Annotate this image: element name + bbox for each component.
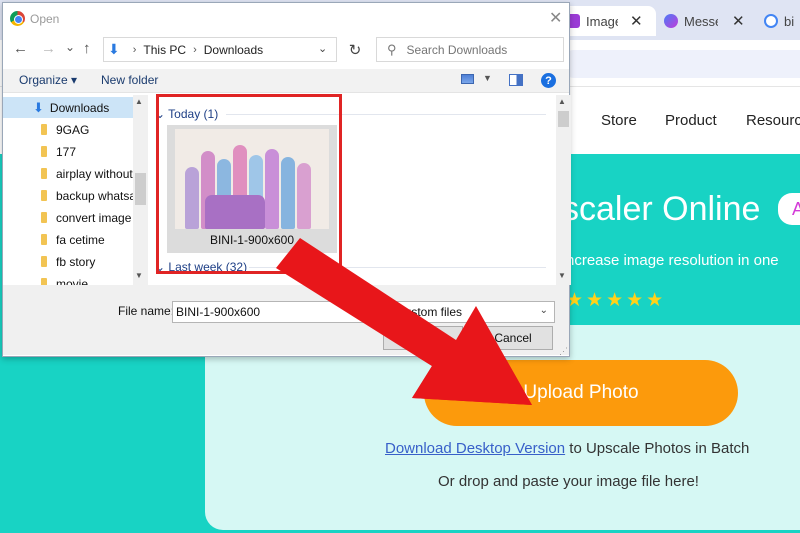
scroll-up-icon[interactable]: ▲ [135, 97, 143, 106]
change-view-icon[interactable] [461, 74, 474, 84]
file-name-input[interactable] [172, 301, 382, 323]
forward-button[interactable]: → [41, 40, 56, 57]
folder-icon [41, 124, 47, 135]
tree-item-label: 9GAG [56, 122, 90, 137]
folder-icon [41, 256, 47, 267]
folder-icon [41, 278, 47, 285]
tree-item-label: movie [56, 276, 89, 286]
tree-item-folder[interactable]: movie [3, 273, 133, 285]
download-arrow-icon: ⬇ [33, 99, 44, 115]
screen: Image ✕ Messe ✕ bi Store Product Resourc… [0, 0, 800, 533]
resize-grip-icon[interactable]: ⋰ [559, 346, 568, 357]
navigation-pane: ⬇ Downloads 9GAG 177 airplay without bac… [3, 95, 148, 285]
download-arrow-icon: ⬇ [108, 41, 120, 57]
tree-item-label: fb story [56, 254, 96, 269]
open-button[interactable]: Open [383, 326, 463, 350]
search-icon: ⚲ [387, 41, 397, 57]
breadcrumb-separator-icon: › [132, 43, 137, 56]
view-options-icon[interactable]: ▼ [483, 73, 492, 83]
dialog-close-button[interactable]: ✕ [549, 8, 562, 28]
breadcrumb-separator-icon: › [193, 43, 197, 56]
file-list-scrollbar[interactable]: ▲ ▼ [556, 95, 571, 285]
help-button[interactable]: ? [541, 73, 556, 88]
highlight-box-annotation [156, 94, 342, 274]
refresh-button[interactable]: ↻ [343, 37, 367, 62]
tree-item-folder[interactable]: fb story [3, 251, 133, 272]
tree-item-folder[interactable]: fa cetime [3, 229, 133, 250]
tree-item-label: convert image [56, 210, 132, 225]
folder-icon [41, 146, 47, 157]
up-button[interactable]: ↑ [83, 40, 91, 57]
tree-item-label: fa cetime [56, 232, 105, 247]
search-box[interactable]: ⚲ [376, 37, 564, 62]
chevron-down-icon[interactable]: ⌄ [318, 42, 327, 55]
tree-item-folder[interactable]: 9GAG [3, 119, 133, 140]
tree-item-label: 177 [56, 144, 77, 159]
tree-item-label: airplay without [56, 166, 133, 181]
recent-locations-button[interactable]: ⌄ [65, 40, 75, 54]
scroll-down-icon[interactable]: ▼ [558, 271, 566, 280]
dialog-title: Open [30, 11, 60, 26]
tree-item-folder[interactable]: backup whatsa [3, 185, 137, 206]
chrome-icon [10, 11, 25, 26]
breadcrumb-this-pc[interactable]: This PC [143, 43, 186, 57]
organize-menu[interactable]: Organize ▾ [19, 73, 77, 87]
navigation-scrollbar[interactable]: ▲ ▼ [133, 95, 148, 285]
search-input[interactable] [406, 42, 557, 57]
chevron-down-icon: ⌄ [539, 305, 548, 316]
folder-icon [41, 190, 47, 201]
scroll-down-icon[interactable]: ▼ [135, 271, 143, 280]
preview-pane-icon[interactable] [509, 74, 523, 86]
back-button[interactable]: ← [13, 40, 28, 57]
folder-icon [41, 234, 47, 245]
open-file-dialog: Open ✕ ← → ⌄ ↑ ⬇ › This PC › Downloads ⌄… [2, 2, 571, 357]
tree-item-label: Downloads [49, 100, 110, 115]
tree-item-folder[interactable]: convert image [3, 207, 133, 228]
tree-item-folder[interactable]: 177 [3, 141, 133, 162]
file-type-select[interactable]: Custom files ⌄ [383, 301, 555, 323]
tree-item-folder[interactable]: airplay without [3, 163, 133, 184]
file-name-label: File name: [118, 304, 175, 318]
dialog-titlebar: Open [10, 11, 59, 26]
cancel-button[interactable]: Cancel [473, 326, 553, 350]
file-type-value: Custom files [396, 305, 463, 319]
new-folder-button[interactable]: New folder [101, 73, 158, 87]
tree-item-downloads[interactable]: ⬇ Downloads [3, 97, 133, 118]
scroll-thumb[interactable] [558, 111, 569, 127]
breadcrumb-downloads[interactable]: Downloads [204, 43, 263, 57]
scroll-up-icon[interactable]: ▲ [558, 97, 566, 106]
address-breadcrumb[interactable]: ⬇ › This PC › Downloads ⌄ [103, 37, 337, 62]
tree-item-label: backup whatsa [56, 188, 137, 203]
folder-icon [41, 168, 47, 179]
folder-icon [41, 212, 47, 223]
scroll-thumb[interactable] [135, 173, 146, 205]
